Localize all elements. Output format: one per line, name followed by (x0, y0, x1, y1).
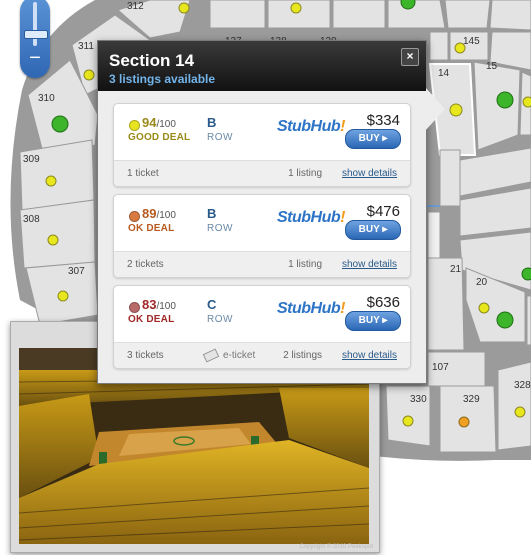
marker-307 (57, 290, 69, 302)
deal-label: OK DEAL (128, 314, 175, 325)
close-icon[interactable]: × (401, 48, 419, 66)
label-328: 328 (514, 380, 531, 391)
stubhub-logo: StubHub! (277, 118, 345, 135)
marker-right-1 (522, 96, 531, 108)
section-308[interactable] (19, 199, 96, 269)
row-label: ROW (207, 132, 233, 143)
ticket-icon (202, 348, 220, 363)
ticket-count: 3 tickets (127, 350, 164, 361)
buy-button[interactable]: BUY ▸ (345, 220, 401, 240)
listing-card: 94/100 GOOD DEAL B ROW StubHub! $334 BUY… (113, 103, 411, 187)
marker-top-1 (290, 2, 302, 14)
marker-20b (496, 311, 514, 329)
label-310: 310 (38, 93, 55, 104)
row-value: C (207, 297, 217, 312)
deal-indicator-dot (129, 120, 140, 131)
label-308: 308 (23, 214, 40, 225)
section-15[interactable] (473, 61, 521, 151)
marker-330 (402, 415, 414, 427)
label-21: 21 (450, 264, 462, 275)
buy-button[interactable]: BUY ▸ (345, 311, 401, 331)
show-details-link[interactable]: show details (342, 259, 397, 270)
zoom-out-button[interactable]: − (20, 48, 50, 69)
stubhub-logo: StubHub! (277, 300, 345, 317)
listing-count: 2 listings (283, 350, 322, 361)
marker-309 (45, 175, 57, 187)
price: $334 (366, 112, 400, 129)
marker-right-2 (521, 267, 531, 281)
listing-card: 83/100 OK DEAL C ROW StubHub! $636 BUY ▸… (113, 285, 411, 369)
marker-145 (454, 42, 466, 54)
marker-312 (178, 2, 190, 14)
label-312: 312 (127, 1, 144, 12)
label-20: 20 (476, 277, 488, 288)
label-309: 309 (23, 154, 40, 165)
price: $636 (366, 294, 400, 311)
marker-310 (51, 115, 69, 133)
deal-score: 83/100 (142, 297, 176, 312)
label-107: 107 (432, 362, 449, 373)
deal-score: 89/100 (142, 206, 176, 221)
popup-pointer (425, 87, 445, 131)
label-145: 145 (463, 36, 480, 47)
price: $476 (366, 203, 400, 220)
marker-308 (47, 234, 59, 246)
listing-card: 89/100 OK DEAL B ROW StubHub! $476 BUY ▸… (113, 194, 411, 278)
deal-label: OK DEAL (128, 223, 175, 234)
ticket-count: 2 tickets (127, 259, 164, 270)
e-ticket-label: e-ticket (202, 348, 255, 363)
zoom-control[interactable]: − (20, 0, 50, 78)
popup-subtitle: 3 listings available (109, 72, 216, 86)
copyright-text: Copyright © 2010 Peekspot (299, 544, 373, 550)
row-value: B (207, 206, 217, 221)
row-label: ROW (207, 314, 233, 325)
popup-title: Section 14 (109, 51, 195, 70)
marker-20 (478, 302, 490, 314)
section-popup: Section 14 3 listings available × 94/100… (97, 40, 445, 384)
stubhub-logo: StubHub! (277, 209, 345, 226)
section-328[interactable] (497, 361, 531, 451)
label-307: 307 (68, 266, 85, 277)
marker-14 (449, 103, 463, 117)
row-value: B (207, 115, 217, 130)
label-329: 329 (463, 394, 480, 405)
listing-count: 1 listing (288, 259, 322, 270)
label-14: 14 (438, 68, 450, 79)
popup-header: Section 14 3 listings available × (98, 41, 426, 91)
zoom-handle[interactable] (24, 30, 48, 39)
marker-311 (83, 69, 95, 81)
show-details-link[interactable]: show details (342, 168, 397, 179)
label-15: 15 (486, 61, 498, 72)
ticket-count: 1 ticket (127, 168, 159, 179)
deal-label: GOOD DEAL (128, 132, 191, 143)
deal-indicator-dot (129, 302, 140, 313)
show-details-link[interactable]: show details (342, 350, 397, 361)
row-label: ROW (207, 223, 233, 234)
listing-count: 1 listing (288, 168, 322, 179)
marker-top-2 (400, 0, 416, 10)
deal-score: 94/100 (142, 115, 176, 130)
marker-328 (514, 406, 526, 418)
marker-329 (458, 416, 470, 428)
section-309[interactable] (19, 139, 95, 211)
zoom-track[interactable] (33, 2, 37, 46)
label-311: 311 (78, 41, 94, 52)
deal-indicator-dot (129, 211, 140, 222)
buy-button[interactable]: BUY ▸ (345, 129, 401, 149)
marker-15 (496, 91, 514, 109)
label-330: 330 (410, 394, 427, 405)
